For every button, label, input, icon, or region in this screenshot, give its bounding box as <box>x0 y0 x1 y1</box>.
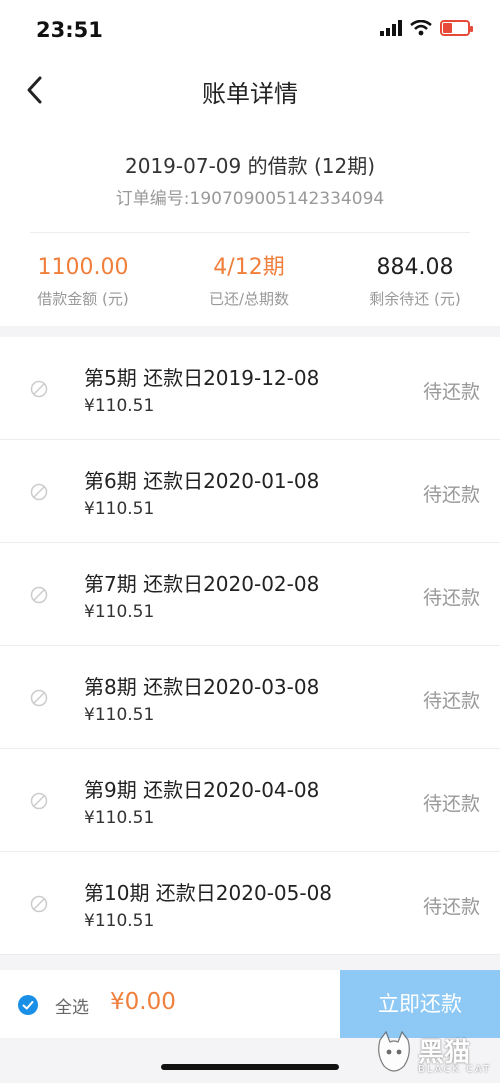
installment-amount: ¥110.51 <box>84 396 155 416</box>
battery-icon <box>440 20 473 36</box>
stat-value: 4/12期 <box>213 255 285 280</box>
cat-logo-icon <box>378 1030 410 1072</box>
watermark-text-en: BLACK CAT <box>418 1064 492 1075</box>
installment-amount: ¥110.51 <box>84 911 155 931</box>
stat-label: 借款金额 (元) <box>37 290 129 308</box>
home-indicator[interactable] <box>161 1064 339 1070</box>
installment-list: 第5期 还款日2019-12-08 ¥110.51 待还款 第6期 还款日202… <box>0 337 500 955</box>
disabled-check-icon[interactable] <box>30 586 48 604</box>
installment-amount: ¥110.51 <box>84 705 155 725</box>
signal-icon <box>380 20 402 36</box>
page-title: 账单详情 <box>202 80 298 108</box>
installment-status: 待还款 <box>422 484 480 506</box>
installment-title: 第6期 还款日2020-01-08 <box>84 469 320 493</box>
installment-title: 第8期 还款日2020-03-08 <box>84 675 320 699</box>
installment-status: 待还款 <box>422 690 480 712</box>
installment-title: 第5期 还款日2019-12-08 <box>84 366 320 390</box>
list-item[interactable]: 第8期 还款日2020-03-08 ¥110.51 待还款 <box>0 646 500 749</box>
nav-bar: 账单详情 <box>0 60 500 120</box>
disabled-check-icon[interactable] <box>30 689 48 707</box>
installment-amount: ¥110.51 <box>84 602 155 622</box>
wifi-icon <box>410 20 432 36</box>
installment-amount: ¥110.51 <box>84 499 155 519</box>
selected-total: ¥0.00 <box>110 989 176 1015</box>
installment-status: 待还款 <box>422 896 480 918</box>
divider <box>30 232 470 233</box>
stat-label: 剩余待还 (元) <box>369 290 461 308</box>
watermark: 黑猫 BLACK CAT <box>374 1028 494 1080</box>
stat-repaid-periods: 4/12期 已还/总期数 <box>166 254 332 309</box>
status-time: 23:51 <box>36 18 103 42</box>
stat-value: 884.08 <box>376 255 454 280</box>
stat-remaining: 884.08 剩余待还 (元) <box>332 254 498 309</box>
select-all-checkbox[interactable] <box>18 995 38 1015</box>
stat-label: 已还/总期数 <box>208 290 290 308</box>
stat-value: 1100.00 <box>37 255 129 280</box>
disabled-check-icon[interactable] <box>30 483 48 501</box>
order-number: 订单编号:190709005142334094 <box>115 189 385 209</box>
installment-amount: ¥110.51 <box>84 808 155 828</box>
installment-status: 待还款 <box>422 793 480 815</box>
installment-title: 第7期 还款日2020-02-08 <box>84 572 320 596</box>
list-item[interactable]: 第5期 还款日2019-12-08 ¥110.51 待还款 <box>0 337 500 440</box>
disabled-check-icon[interactable] <box>30 380 48 398</box>
disabled-check-icon[interactable] <box>30 895 48 913</box>
status-icons <box>380 20 473 36</box>
list-item[interactable]: 第6期 还款日2020-01-08 ¥110.51 待还款 <box>0 440 500 543</box>
checkmark-icon <box>22 1001 34 1010</box>
installment-status: 待还款 <box>422 381 480 403</box>
list-item[interactable]: 第10期 还款日2020-05-08 ¥110.51 待还款 <box>0 852 500 955</box>
loan-title: 2019-07-09 的借款 (12期) <box>125 154 375 178</box>
disabled-check-icon[interactable] <box>30 792 48 810</box>
installment-status: 待还款 <box>422 587 480 609</box>
stat-loan-amount: 1100.00 借款金额 (元) <box>0 254 166 309</box>
status-bar: 23:51 <box>0 0 500 60</box>
installment-title: 第9期 还款日2020-04-08 <box>84 778 320 802</box>
loan-summary: 2019-07-09 的借款 (12期) 订单编号:19070900514233… <box>0 120 500 326</box>
installment-title: 第10期 还款日2020-05-08 <box>84 881 333 905</box>
select-all-label[interactable]: 全选 <box>55 993 89 1018</box>
list-item[interactable]: 第9期 还款日2020-04-08 ¥110.51 待还款 <box>0 749 500 852</box>
list-item[interactable]: 第7期 还款日2020-02-08 ¥110.51 待还款 <box>0 543 500 646</box>
